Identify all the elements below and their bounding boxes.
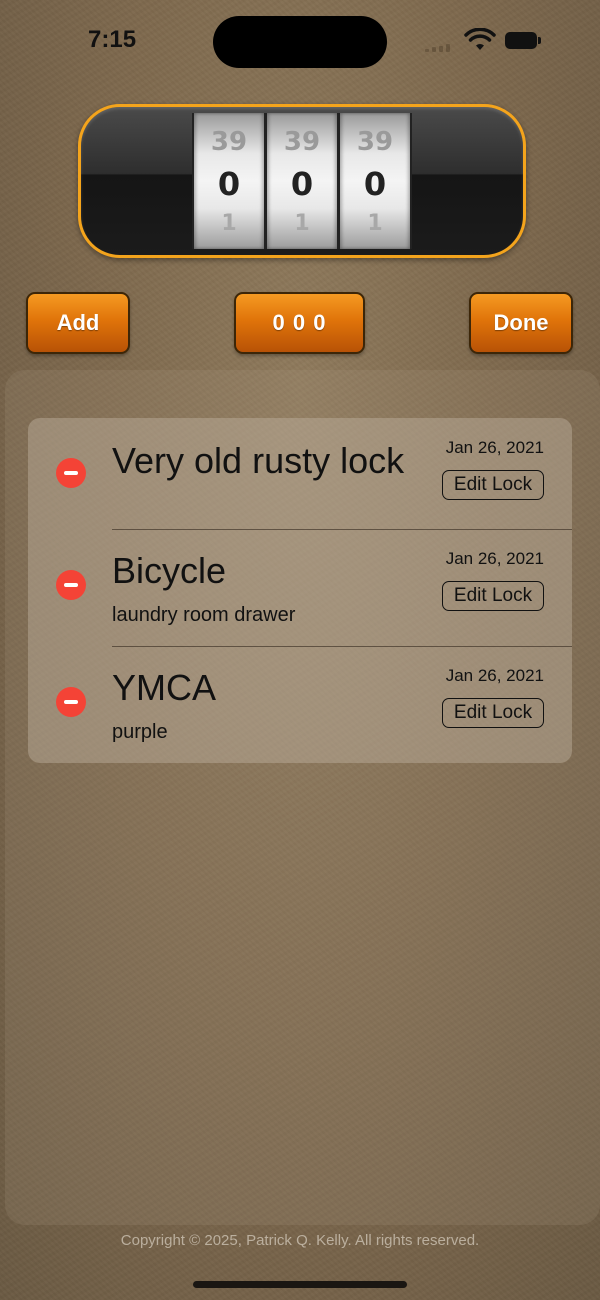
list-item[interactable]: Very old rusty lock Jan 26, 2021 Edit Lo… [28, 418, 572, 529]
delete-icon[interactable] [56, 570, 86, 600]
combination-button[interactable]: 0 0 0 [234, 292, 365, 354]
wheel-next-value: 1 [367, 211, 383, 236]
dynamic-island [213, 16, 387, 68]
wheel-prev-value: 39 [356, 127, 394, 157]
lock-name: Very old rusty lock [112, 440, 405, 481]
lock-wheel-3[interactable]: 39 0 1 [338, 113, 412, 249]
wheel-next-value: 1 [221, 211, 237, 236]
wheel-next-value: 1 [294, 211, 310, 236]
done-button[interactable]: Done [469, 292, 573, 354]
lock-date: Jan 26, 2021 [445, 438, 544, 457]
copyright-footer: Copyright © 2025, Patrick Q. Kelly. All … [120, 1232, 480, 1249]
combination-lock: 39 0 1 39 0 1 39 0 1 [78, 104, 526, 258]
lock-wheel-2[interactable]: 39 0 1 [265, 113, 339, 249]
lock-date: Jan 26, 2021 [445, 666, 544, 685]
list-item[interactable]: Bicycle laundry room drawer Jan 26, 2021… [28, 530, 572, 646]
status-time: 7:15 [88, 26, 137, 53]
wifi-icon [464, 28, 496, 50]
edit-lock-button[interactable]: Edit Lock [442, 470, 544, 500]
locks-list: Very old rusty lock Jan 26, 2021 Edit Lo… [28, 418, 572, 763]
lock-wheel-1[interactable]: 39 0 1 [192, 113, 266, 249]
delete-icon[interactable] [56, 458, 86, 488]
add-button[interactable]: Add [26, 292, 130, 354]
edit-lock-button[interactable]: Edit Lock [442, 698, 544, 728]
wheel-prev-value: 39 [283, 127, 321, 157]
delete-icon[interactable] [56, 687, 86, 717]
lock-name: YMCA [112, 667, 217, 708]
wheel-current-value: 0 [363, 165, 387, 203]
wheel-current-value: 0 [290, 165, 314, 203]
list-item[interactable]: YMCA purple Jan 26, 2021 Edit Lock [28, 647, 572, 763]
wheel-prev-value: 39 [210, 127, 248, 157]
signal-icon [425, 44, 455, 52]
edit-lock-button[interactable]: Edit Lock [442, 581, 544, 611]
wheel-current-value: 0 [217, 165, 241, 203]
status-bar: 7:15 [0, 0, 600, 80]
lock-note: laundry room drawer [112, 604, 296, 626]
lock-date: Jan 26, 2021 [445, 549, 544, 568]
home-indicator[interactable] [193, 1281, 407, 1288]
battery-icon [505, 32, 541, 49]
lock-note: purple [112, 721, 168, 743]
lock-name: Bicycle [112, 550, 227, 591]
